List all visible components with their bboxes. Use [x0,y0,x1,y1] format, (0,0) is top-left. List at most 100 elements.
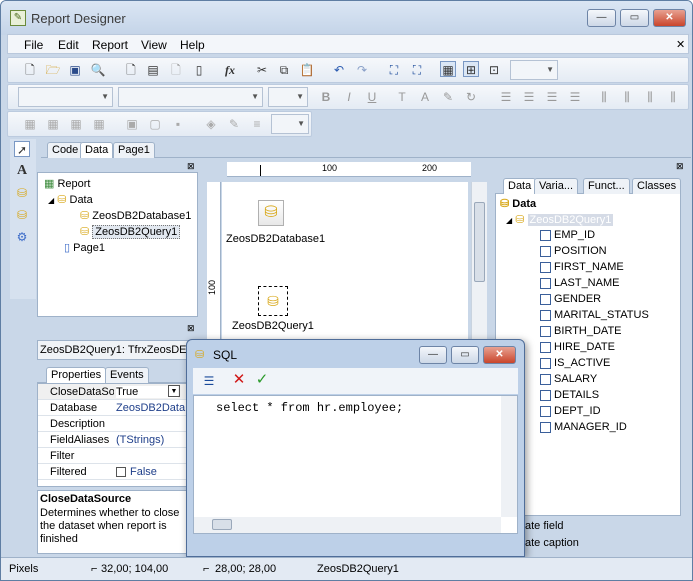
canvas-scrollbar[interactable] [471,182,487,342]
frame-all-icon[interactable]: ▣ [124,116,140,132]
field-item[interactable]: DEPT_ID [540,405,601,417]
font-size-combo[interactable]: ▼ [268,87,308,107]
paste-icon[interactable]: 📋 [299,62,315,78]
data-tree-close-icon[interactable]: ⊠ [676,161,684,172]
save-icon[interactable]: ▣ [67,62,83,78]
tree-data[interactable]: ◢ ⛁ Data [48,193,93,206]
fit-grid-icon[interactable]: ⊡ [486,62,502,78]
font-combo[interactable]: ▼ [118,87,263,107]
ok-icon[interactable]: ✓ [254,372,270,388]
tree-page[interactable]: ▯ Page1 [64,241,105,254]
tab-functions[interactable]: Funct... [583,178,630,194]
align-justify-icon[interactable]: ☰ [567,89,583,105]
inspector-close-icon[interactable]: ⊠ [187,323,195,334]
database-component[interactable]: ⛁ [258,200,284,226]
menu-report[interactable]: Report [92,38,128,52]
list-icon[interactable]: ☰ [201,373,217,389]
prop-row[interactable]: Filtered False [38,464,196,480]
menu-edit[interactable]: Edit [58,38,79,52]
bold-icon[interactable]: B [318,89,334,105]
field-item[interactable]: DETAILS [540,389,599,401]
rotation-icon[interactable]: ↻ [463,89,479,105]
tab-classes[interactable]: Classes [632,178,682,194]
function-icon[interactable]: fx [222,62,238,78]
checkbox-icon[interactable] [116,467,126,477]
field-item[interactable]: HIRE_DATE [540,341,615,353]
field-item[interactable]: EMP_ID [540,229,595,241]
data-tree-query[interactable]: ◢ ⛁ ZeosDB2Query1 [506,213,614,226]
style-combo[interactable]: ▼ [18,87,113,107]
sql-hscrollbar[interactable] [194,517,501,533]
prop-row[interactable]: CloseDataSourceTrue▼ [38,384,196,400]
valign-top-icon[interactable]: ⫼ [596,89,612,105]
sql-editor[interactable]: select * from hr.employee; [193,395,518,534]
frame-bottom-icon[interactable]: ▦ [45,116,61,132]
frame-right-icon[interactable]: ▦ [91,116,107,132]
align-right-icon[interactable]: ☰ [544,89,560,105]
new-icon[interactable]: 🗋 [22,62,38,78]
text-format-icon[interactable]: T [394,89,410,105]
stored-proc-tool-icon[interactable]: ⚙ [14,229,30,245]
frame-color-icon[interactable]: ✎ [226,116,242,132]
grid-icon[interactable]: ▦ [440,61,456,77]
tab-properties[interactable]: Properties [46,367,107,383]
group-icon[interactable]: ⛶ [386,62,402,78]
field-item[interactable]: FIRST_NAME [540,261,624,273]
tree-db[interactable]: ⛁ ZeosDB2Database1 [80,209,191,222]
tab-variables[interactable]: Varia... [534,178,579,194]
sql-minimize-button[interactable]: — [419,346,447,364]
undo-icon[interactable]: ↶ [331,62,347,78]
text-tool-icon[interactable]: A [14,163,30,179]
underline-icon[interactable]: U [364,89,380,105]
frame-top-icon[interactable]: ▦ [22,116,38,132]
select-tool-icon[interactable]: ➚ [14,141,30,157]
database-tool-icon[interactable]: ⛁ [14,185,30,201]
shadow-icon[interactable]: ▪ [170,116,186,132]
tab-events[interactable]: Events [105,367,149,383]
close-button[interactable]: ✕ [653,9,686,27]
cancel-icon[interactable]: ✕ [231,372,247,388]
tab-code[interactable]: Code [47,142,84,158]
data-tree-root[interactable]: ⛁ Data [500,197,536,210]
field-item[interactable]: SALARY [540,373,597,385]
field-item[interactable]: LAST_NAME [540,277,619,289]
scroll-thumb[interactable] [212,519,232,530]
maximize-button[interactable]: ▭ [620,9,649,27]
open-icon[interactable]: 🗁 [45,62,61,78]
align-left-icon[interactable]: ☰ [498,89,514,105]
sql-vscrollbar[interactable] [501,396,517,517]
tree-close-icon[interactable]: ⊠ [187,161,195,172]
copy-icon[interactable]: ⧉ [276,62,292,78]
minimize-button[interactable]: — [587,9,616,27]
field-item[interactable]: GENDER [540,293,601,305]
frame-left-icon[interactable]: ▦ [68,116,84,132]
redo-icon[interactable]: ↷ [354,62,370,78]
menu-file[interactable]: File [24,38,43,52]
zoom-combo[interactable]: ▼ [510,60,558,80]
italic-icon[interactable]: I [341,89,357,105]
prop-row[interactable]: Database ZeosDB2Data [38,400,196,416]
valign-bottom-icon[interactable]: ⫼ [642,89,658,105]
field-item[interactable]: BIRTH_DATE [540,325,622,337]
sql-maximize-button[interactable]: ▭ [451,346,479,364]
valign-middle-icon[interactable]: ⫼ [619,89,635,105]
tree-report[interactable]: ▦ Report [44,177,91,190]
font-color-icon[interactable]: A [417,89,433,105]
frame-style-icon[interactable]: ≡ [249,116,265,132]
page-settings-icon[interactable]: ▯ [191,62,207,78]
delete-page-icon[interactable]: 🗋 [168,62,184,78]
new-page-icon[interactable]: 🗋 [123,62,139,78]
preview-icon[interactable]: 🔍 [90,62,106,78]
highlight-icon[interactable]: ✎ [440,89,456,105]
field-item[interactable]: MANAGER_ID [540,421,627,433]
menu-view[interactable]: View [141,38,167,52]
field-item[interactable]: POSITION [540,245,607,257]
menu-help[interactable]: Help [180,38,205,52]
align-grid-icon[interactable]: ⊞ [463,61,479,77]
prop-row[interactable]: Filter [38,448,196,464]
dropdown-icon[interactable]: ▼ [168,385,180,397]
frame-width-combo[interactable]: ▼ [271,114,309,134]
fill-color-icon[interactable]: ◈ [203,116,219,132]
object-select-combo[interactable]: ZeosDB2Query1: TfrxZeosDE [37,340,197,360]
field-item[interactable]: IS_ACTIVE [540,357,610,369]
